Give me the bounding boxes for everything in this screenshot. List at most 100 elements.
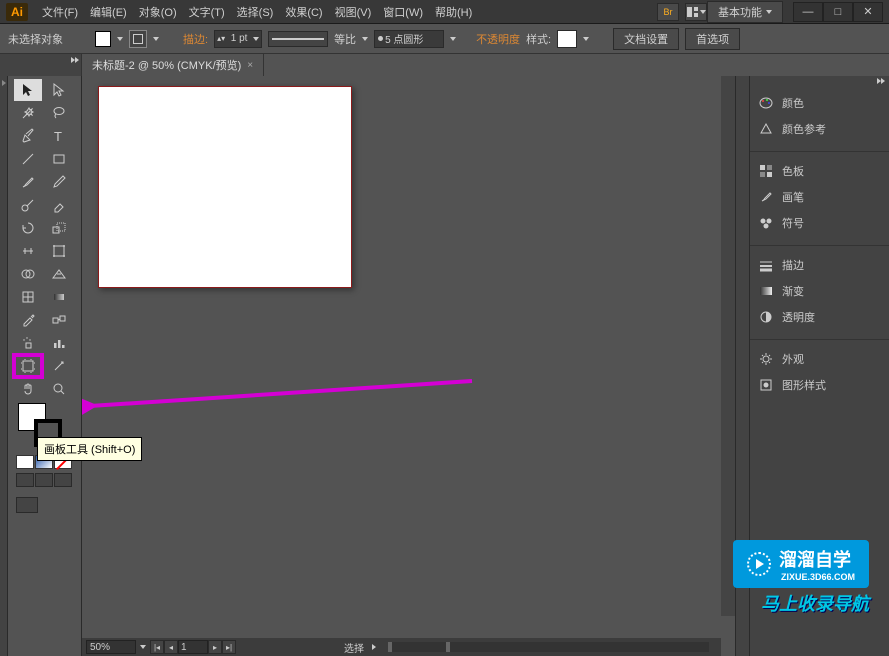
status-dropdown-icon[interactable] [372,644,376,650]
next-artboard-button[interactable]: ▸ [208,640,222,654]
panel-appearance[interactable]: 外观 [750,346,889,372]
toolbar-collapse-icon[interactable] [71,57,79,63]
rotate-tool[interactable] [14,217,42,239]
column-graph-tool[interactable] [45,332,73,354]
menu-object[interactable]: 对象(O) [133,4,183,20]
menu-type[interactable]: 文字(T) [183,4,231,20]
paintbrush-tool[interactable] [14,171,42,193]
uniform-label: 等比 [334,31,356,47]
prev-artboard-button[interactable]: ◂ [164,640,178,654]
toolbox: T [8,76,82,656]
window-close[interactable]: ✕ [853,2,883,22]
window-maximize[interactable]: □ [823,2,853,22]
hand-tool[interactable] [14,378,42,400]
free-transform-tool[interactable] [45,240,73,262]
zoom-input[interactable]: 50% [86,640,136,654]
pen-tool[interactable] [14,125,42,147]
blob-brush-tool[interactable] [14,194,42,216]
arrange-docs-icon[interactable] [685,3,707,21]
selection-tool[interactable] [14,79,42,101]
pencil-tool[interactable] [45,171,73,193]
eraser-tool[interactable] [45,194,73,216]
mesh-tool[interactable] [14,286,42,308]
panel-symbols[interactable]: 符号 [750,210,889,236]
shape-builder-tool[interactable] [14,263,42,285]
panel-gradient[interactable]: 渐变 [750,278,889,304]
line-tool[interactable] [14,148,42,170]
preferences-button[interactable]: 首选项 [685,28,740,50]
artboard-number-input[interactable]: 1 [178,640,208,654]
zoom-tool[interactable] [45,378,73,400]
chevron-down-icon[interactable] [117,37,123,41]
lasso-tool[interactable] [45,102,73,124]
chevron-down-icon[interactable] [450,37,456,41]
play-icon [747,552,771,576]
stroke-icon [758,257,774,273]
fill-swatch[interactable] [95,31,111,47]
left-collapse-strip[interactable] [0,76,8,656]
document-setup-button[interactable]: 文档设置 [613,28,679,50]
menu-effect[interactable]: 效果(C) [279,4,328,20]
chevron-down-icon[interactable] [140,645,146,649]
magic-wand-tool[interactable] [14,102,42,124]
chevron-down-icon[interactable] [153,37,159,41]
bridge-icon[interactable]: Br [657,3,679,21]
draw-inside[interactable] [54,473,72,487]
sun-icon [758,351,774,367]
panel-color[interactable]: 颜色 [750,90,889,116]
scale-tool[interactable] [45,217,73,239]
menu-select[interactable]: 选择(S) [231,4,280,20]
slice-tool[interactable] [45,355,73,377]
menu-edit[interactable]: 编辑(E) [84,4,133,20]
artboard-tool[interactable] [14,355,42,377]
menu-view[interactable]: 视图(V) [329,4,378,20]
panel-graphic-styles[interactable]: 图形样式 [750,372,889,398]
blend-tool[interactable] [45,309,73,331]
close-tab-icon[interactable]: × [247,60,253,71]
last-artboard-button[interactable]: ▸| [222,640,236,654]
canvas-area[interactable]: 50% |◂ ◂ 1 ▸ ▸| 选择 [82,76,735,656]
type-tool[interactable]: T [45,125,73,147]
vertical-scrollbar[interactable] [721,76,735,616]
brush-definition[interactable]: 5 点圆形 [374,30,444,48]
width-tool[interactable] [14,240,42,262]
document-tab-label: 未标题-2 @ 50% (CMYK/预览) [92,57,241,73]
stroke-swatch[interactable] [129,30,147,48]
stroke-weight-input[interactable]: ▴▾1 pt [214,30,262,48]
graphic-style-swatch[interactable] [557,30,577,48]
menu-window[interactable]: 窗口(W) [377,4,429,20]
workspace-switcher[interactable]: 基本功能 [707,1,783,23]
window-minimize[interactable]: — [793,2,823,22]
draw-behind[interactable] [35,473,53,487]
zoom-value: 50% [90,642,110,653]
panel-swatches[interactable]: 色板 [750,158,889,184]
stroke-profile[interactable] [268,31,328,47]
panel-stroke[interactable]: 描边 [750,252,889,278]
artboard[interactable] [98,86,352,288]
draw-normal[interactable] [16,473,34,487]
panel-brushes[interactable]: 画笔 [750,184,889,210]
brush-value: 5 点圆形 [385,31,423,46]
control-bar: 未选择对象 描边: ▴▾1 pt 等比 5 点圆形 不透明度 样式: 文档设置 … [0,24,889,54]
direct-selection-tool[interactable] [45,79,73,101]
opacity-label[interactable]: 不透明度 [476,31,520,47]
menu-file[interactable]: 文件(F) [36,4,84,20]
symbol-sprayer-tool[interactable] [14,332,42,354]
panel-transparency[interactable]: 透明度 [750,304,889,330]
panel-color-guide[interactable]: 颜色参考 [750,116,889,142]
eyedropper-tool[interactable] [14,309,42,331]
horizontal-scrollbar[interactable] [388,642,709,652]
menu-help[interactable]: 帮助(H) [429,4,478,20]
rectangle-tool[interactable] [45,148,73,170]
document-tab[interactable]: 未标题-2 @ 50% (CMYK/预览) × [82,54,264,76]
chevron-down-icon[interactable] [362,37,368,41]
first-artboard-button[interactable]: |◂ [150,640,164,654]
perspective-grid-tool[interactable] [45,263,73,285]
screen-mode-button[interactable] [16,497,38,513]
gradient-tool[interactable] [45,286,73,308]
chevron-down-icon[interactable] [583,37,589,41]
color-mode-solid[interactable] [16,455,34,469]
panel-collapse-icon[interactable] [877,78,885,90]
triangle-icon [758,121,774,137]
stroke-label[interactable]: 描边: [183,31,208,47]
